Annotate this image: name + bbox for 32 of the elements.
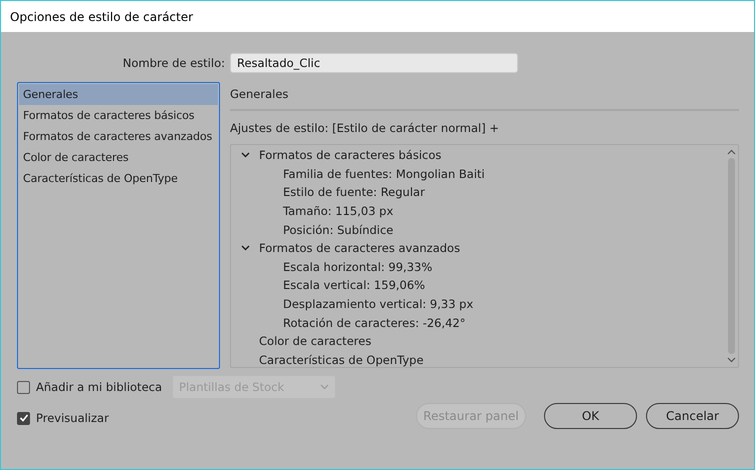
- caret-icon: [320, 384, 330, 390]
- dialog-button[interactable]: OK: [544, 403, 637, 429]
- tree-item: Escala vertical: 159,06%: [283, 278, 426, 292]
- sidebar-item[interactable]: Características de OpenType: [19, 168, 218, 189]
- window-title: Opciones de estilo de carácter: [10, 10, 194, 24]
- style-name-label: Nombre de estilo:: [122, 56, 225, 70]
- style-settings-text: Ajustes de estilo: [Estilo de carácter normal] +: [230, 121, 500, 137]
- tree-item: Escala horizontal: 99,33%: [283, 260, 432, 274]
- sidebar-item[interactable]: Color de caracteres: [19, 147, 218, 168]
- tree-item[interactable]: Color de caracteres: [259, 334, 372, 348]
- tree-item: Estilo de fuente: Regular: [283, 185, 425, 200]
- tree-item: Posición: Subíndice: [283, 222, 394, 237]
- tree-item[interactable]: Características de OpenType: [259, 352, 424, 367]
- dialog-button[interactable]: Cancelar: [646, 403, 739, 429]
- sidebar-item[interactable]: Formatos de caracteres básicos: [19, 105, 218, 126]
- scroll-up-icon[interactable]: [726, 149, 736, 155]
- chevron-icon[interactable]: [240, 152, 250, 158]
- tree-item: Rotación de caracteres: -26,42°: [283, 316, 466, 330]
- tree-item[interactable]: Formatos de caracteres básicos: [259, 148, 442, 162]
- tree-item: Desplazamiento vertical: 9,33 px: [283, 297, 474, 312]
- preview-checkbox[interactable]: [17, 412, 30, 424]
- style-name-field[interactable]: Resaltado_Clic: [230, 53, 518, 73]
- tree-item: Tamaño: 115,03 px: [283, 204, 394, 218]
- sidebar-item[interactable]: Formatos de caracteres avanzados: [19, 126, 218, 147]
- chevron-icon[interactable]: [240, 245, 250, 252]
- panel-heading: Generales: [230, 86, 290, 103]
- tree-item[interactable]: Formatos de caracteres avanzados: [259, 241, 460, 256]
- preview-label: Previsualizar: [36, 411, 109, 425]
- scroll-down-icon[interactable]: [726, 357, 736, 363]
- library-label: Añadir a mi biblioteca: [36, 380, 162, 394]
- sidebar-item[interactable]: Generales: [19, 84, 218, 105]
- tree-item: Familia de fuentes: Mongolian Baiti: [283, 166, 485, 181]
